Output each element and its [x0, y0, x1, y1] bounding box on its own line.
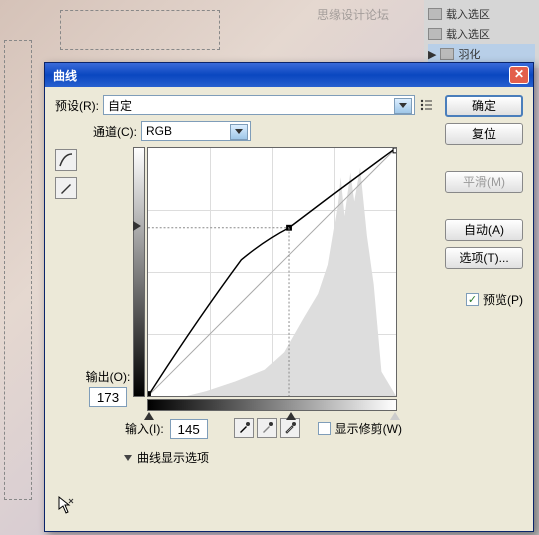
- target-adjust-tool[interactable]: [55, 495, 75, 517]
- input-slider[interactable]: [286, 412, 296, 420]
- layer-thumb-icon: [440, 48, 454, 60]
- input-label: 输入(I):: [125, 420, 164, 437]
- reset-button[interactable]: 复位: [445, 123, 523, 145]
- preview-label: 预览(P): [483, 291, 523, 308]
- auto-button[interactable]: 自动(A): [445, 219, 523, 241]
- output-label: 输出(O):: [86, 368, 131, 385]
- show-clipping-checkbox[interactable]: [318, 422, 331, 435]
- layer-label: 载入选区: [446, 6, 490, 22]
- layer-label: 羽化: [458, 46, 480, 62]
- layer-thumb-icon: [428, 8, 442, 20]
- layer-thumb-icon: [428, 28, 442, 40]
- curve-canvas[interactable]: [147, 147, 397, 397]
- display-options-label: 曲线显示选项: [137, 449, 209, 466]
- watermark-top: 思缘设计论坛: [317, 6, 389, 23]
- layer-row[interactable]: 载入选区: [428, 24, 535, 44]
- curve-graph: [148, 148, 396, 396]
- layers-panel-fragment: 载入选区 载入选区 ▶ 羽化: [424, 0, 539, 68]
- dialog-titlebar[interactable]: 曲线 ✕: [45, 63, 533, 87]
- channel-value: RGB: [146, 124, 172, 138]
- eyedropper-gray[interactable]: [257, 418, 277, 438]
- preview-checkbox[interactable]: ✓: [466, 293, 479, 306]
- expand-icon[interactable]: [124, 455, 132, 461]
- curve-draw-tool[interactable]: [55, 177, 77, 199]
- curve-point-tool[interactable]: [55, 149, 77, 171]
- layer-row[interactable]: ▶ 羽化: [428, 44, 535, 64]
- chevron-down-icon: [235, 129, 243, 134]
- chevron-down-icon: [399, 103, 407, 108]
- dialog-title: 曲线: [49, 67, 509, 84]
- channel-label: 通道(C):: [93, 123, 137, 140]
- channel-select[interactable]: RGB: [141, 121, 251, 141]
- marquee-selection: [4, 40, 32, 500]
- output-field[interactable]: [89, 387, 127, 407]
- show-clipping-label: 显示修剪(W): [335, 420, 402, 437]
- preset-select[interactable]: 自定: [103, 95, 415, 115]
- output-gradient: [133, 147, 145, 397]
- layer-row[interactable]: 载入选区: [428, 4, 535, 24]
- options-button[interactable]: 选项(T)...: [445, 247, 523, 269]
- input-gradient: [147, 399, 397, 411]
- smooth-button: 平滑(M): [445, 171, 523, 193]
- input-white-slider[interactable]: [390, 412, 400, 420]
- eyedropper-white[interactable]: [280, 418, 300, 438]
- marquee-selection: [60, 10, 220, 50]
- play-icon: ▶: [428, 48, 436, 61]
- preset-value: 自定: [108, 97, 132, 114]
- output-slider[interactable]: [133, 221, 141, 231]
- preset-menu-icon[interactable]: [419, 98, 433, 112]
- close-button[interactable]: ✕: [509, 66, 529, 84]
- ok-button[interactable]: 确定: [445, 95, 523, 117]
- curves-dialog: 曲线 ✕ 预设(R): 自定 通道(C): RGB: [44, 62, 534, 532]
- input-black-slider[interactable]: [144, 412, 154, 420]
- layer-label: 载入选区: [446, 26, 490, 42]
- preset-label: 预设(R):: [55, 97, 99, 114]
- eyedropper-black[interactable]: [234, 418, 254, 438]
- input-field[interactable]: [170, 419, 208, 439]
